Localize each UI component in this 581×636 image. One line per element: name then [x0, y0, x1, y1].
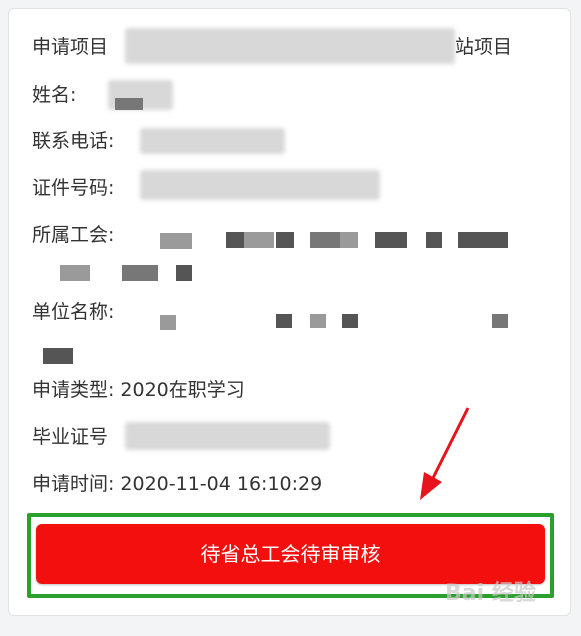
- type-row: 申请类型: 2020在职学习: [32, 378, 245, 402]
- union-label: 所属工会:: [32, 224, 115, 246]
- id-label: 证件号码:: [32, 177, 115, 199]
- unit-label: 单位名称:: [32, 301, 115, 323]
- time-row: 申请时间: 2020-11-04 16:10:29: [32, 472, 322, 496]
- project-label: 申请项目: [32, 36, 109, 58]
- cert-label: 毕业证号: [32, 426, 109, 448]
- phone-value-redacted: [140, 128, 285, 154]
- id-value-redacted: [140, 170, 380, 200]
- project-row: 申请项目: [32, 35, 108, 59]
- type-value: 2020在职学习: [120, 379, 245, 401]
- time-value: 2020-11-04 16:10:29: [120, 473, 323, 495]
- annotation-arrow-icon: [420, 407, 470, 500]
- watermark: Bai 经验: [445, 581, 536, 606]
- redaction-block: [115, 98, 143, 110]
- time-label: 申请时间:: [32, 473, 115, 495]
- name-label: 姓名:: [32, 84, 77, 106]
- project-suffix: 站项目: [455, 36, 513, 58]
- phone-label: 联系电话:: [32, 130, 115, 152]
- cert-value-redacted: [125, 422, 330, 450]
- type-label: 申请类型:: [32, 379, 115, 401]
- project-value-redacted: [125, 28, 455, 64]
